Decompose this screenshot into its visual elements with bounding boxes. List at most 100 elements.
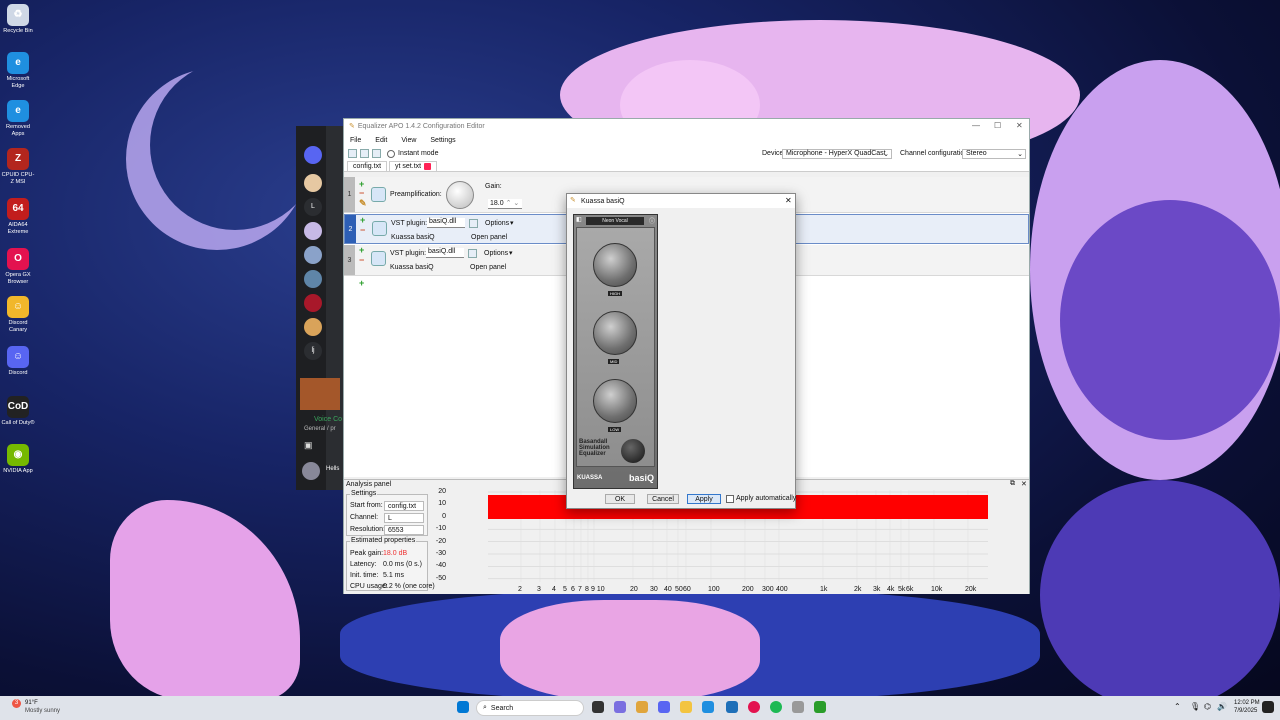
mid-knob[interactable] bbox=[593, 311, 637, 355]
close-tab-icon[interactable] bbox=[424, 163, 432, 170]
menu-edit[interactable]: Edit bbox=[375, 137, 387, 144]
discord-home-icon[interactable] bbox=[304, 146, 322, 164]
new-icon[interactable] bbox=[348, 149, 357, 158]
spotify-icon[interactable] bbox=[770, 701, 782, 713]
save-icon[interactable] bbox=[372, 149, 381, 158]
server-icon[interactable]: L bbox=[304, 198, 322, 216]
browse-icon[interactable] bbox=[469, 219, 478, 228]
avatar[interactable] bbox=[302, 462, 320, 480]
server-icon[interactable] bbox=[304, 246, 322, 264]
undock-icon[interactable]: ⧉ bbox=[1010, 480, 1015, 488]
open-icon[interactable] bbox=[360, 149, 369, 158]
network-icon[interactable]: ⌬ bbox=[1204, 702, 1211, 711]
desktop-icon[interactable]: 64 AIDA64 Extreme bbox=[0, 198, 36, 235]
server-icon[interactable] bbox=[304, 222, 322, 240]
task-view-icon[interactable] bbox=[592, 701, 604, 713]
menu-view[interactable]: View bbox=[401, 137, 416, 144]
remove-icon[interactable]: − bbox=[359, 256, 367, 265]
close-icon[interactable]: ✕ bbox=[1021, 480, 1027, 488]
resolution-spinner[interactable]: 6553 bbox=[384, 525, 424, 535]
open-panel-button[interactable]: Open panel bbox=[470, 264, 506, 271]
clock-time[interactable]: 12:02 PM bbox=[1234, 700, 1260, 706]
widgets-icon[interactable] bbox=[636, 701, 648, 713]
open-panel-button[interactable]: Open panel bbox=[471, 234, 507, 241]
cancel-button[interactable]: Cancel bbox=[647, 494, 679, 504]
plugin-file-field[interactable]: basiQ.dll bbox=[426, 248, 464, 258]
discord-taskbar-icon[interactable] bbox=[658, 701, 670, 713]
menu-settings[interactable]: Settings bbox=[430, 137, 455, 144]
browse-icon[interactable] bbox=[468, 249, 477, 258]
weather-badge[interactable]: 3 bbox=[12, 699, 21, 708]
desktop-icon[interactable]: ◉ NVIDIA App bbox=[0, 444, 36, 475]
minimize-button[interactable]: — bbox=[972, 121, 980, 130]
apply-button[interactable]: Apply bbox=[687, 494, 721, 504]
search-box[interactable]: ⌕ Search bbox=[476, 700, 584, 716]
remove-icon[interactable]: − bbox=[360, 226, 368, 235]
instant-mode-checkbox[interactable] bbox=[387, 149, 395, 158]
desktop-icon[interactable]: Z CPUID CPU-Z MSI bbox=[0, 148, 36, 185]
high-knob[interactable] bbox=[593, 243, 637, 287]
close-button[interactable]: ✕ bbox=[1016, 121, 1023, 130]
close-button[interactable]: ✕ bbox=[785, 196, 792, 205]
low-knob[interactable] bbox=[593, 379, 637, 423]
discord-window[interactable]: L lj Voice Co General / pr ▣ Hells bbox=[296, 126, 344, 490]
desktop-icon[interactable]: ♻ Recycle Bin bbox=[0, 4, 36, 35]
notifications-icon[interactable] bbox=[1262, 701, 1274, 713]
tab-yt-set[interactable]: yt set.txt bbox=[389, 161, 438, 171]
start-icon[interactable] bbox=[457, 701, 469, 713]
start-from-select[interactable]: config.txt bbox=[384, 501, 424, 511]
store-icon[interactable] bbox=[726, 701, 738, 713]
desktop-icon[interactable]: e Removed Apps bbox=[0, 100, 36, 137]
copilot-icon[interactable] bbox=[614, 701, 626, 713]
kuassa-basiq-dialog[interactable]: ✎ Kuassa basiQ ✕ Neon Vocal ◧ ⓘ HIGH MID… bbox=[566, 193, 796, 509]
options-dropdown[interactable]: Options bbox=[484, 250, 508, 257]
add-filter-icon[interactable]: + bbox=[359, 279, 367, 288]
add-icon[interactable]: + bbox=[359, 246, 367, 255]
voice-channel-label[interactable]: General / pr bbox=[304, 426, 336, 432]
desktop-icon[interactable]: ☺ Discord bbox=[0, 346, 36, 377]
edit-icon[interactable]: ✎ bbox=[359, 199, 367, 208]
ok-button[interactable]: OK bbox=[605, 494, 635, 504]
channel-select[interactable]: L bbox=[384, 513, 424, 523]
desktop-icon[interactable]: e Microsoft Edge bbox=[0, 52, 36, 89]
preset-selector[interactable]: Neon Vocal bbox=[586, 217, 644, 225]
channel-config-select[interactable]: Stereo ⌄ bbox=[962, 148, 1026, 159]
info-icon[interactable]: ⓘ bbox=[649, 216, 655, 225]
options-dropdown[interactable]: Options bbox=[485, 220, 509, 227]
server-icon[interactable]: lj bbox=[304, 342, 322, 360]
spin-arrows-icon[interactable]: ⌃ ⌄ bbox=[506, 200, 520, 207]
tab-config[interactable]: config.txt bbox=[347, 161, 388, 171]
remove-icon[interactable]: − bbox=[359, 189, 367, 198]
screenshare-icon[interactable]: ▣ bbox=[304, 440, 313, 451]
microphone-icon[interactable]: 🎙 bbox=[1190, 702, 1200, 711]
edge-taskbar-icon[interactable] bbox=[702, 701, 714, 713]
temperature-label[interactable]: 91°F bbox=[25, 700, 38, 706]
equalizer-taskbar-icon[interactable] bbox=[814, 701, 826, 713]
server-icon[interactable] bbox=[304, 294, 322, 312]
opera-gx-taskbar-icon[interactable] bbox=[748, 701, 760, 713]
notepad-icon[interactable] bbox=[792, 701, 804, 713]
gain-field[interactable]: 18.0 ⌃ ⌄ bbox=[488, 199, 522, 209]
desktop-icon[interactable]: ☺ Discord Canary bbox=[0, 296, 36, 333]
chevron-down-icon[interactable]: ▾ bbox=[509, 249, 513, 257]
desktop-icon[interactable]: O Opera GX Browser bbox=[0, 248, 36, 285]
add-icon[interactable]: + bbox=[359, 180, 367, 189]
server-icon[interactable] bbox=[304, 174, 322, 192]
maximize-button[interactable]: ☐ bbox=[994, 121, 1001, 130]
desktop-icon[interactable]: CoD Call of Duty® bbox=[0, 396, 36, 427]
apply-automatically-checkbox[interactable] bbox=[726, 495, 734, 503]
volume-icon[interactable]: 🔊 bbox=[1217, 702, 1227, 711]
output-knob[interactable] bbox=[621, 439, 645, 463]
chevron-down-icon[interactable]: ▾ bbox=[510, 219, 514, 227]
add-icon[interactable]: + bbox=[360, 216, 368, 225]
plugin-file-field[interactable]: basiQ.dll bbox=[427, 218, 465, 228]
clock-date[interactable]: 7/9/2025 bbox=[1234, 708, 1257, 714]
server-icon[interactable] bbox=[304, 270, 322, 288]
device-select[interactable]: Microphone - HyperX QuadCast ⌄ bbox=[782, 148, 892, 159]
server-icon[interactable] bbox=[304, 318, 322, 336]
gain-knob[interactable] bbox=[446, 181, 474, 209]
weather-label[interactable]: Mostly sunny bbox=[25, 708, 60, 714]
tray-chevron-icon[interactable]: ⌃ bbox=[1174, 702, 1181, 711]
discord-activity-card[interactable] bbox=[300, 378, 340, 410]
menu-file[interactable]: File bbox=[350, 137, 361, 144]
